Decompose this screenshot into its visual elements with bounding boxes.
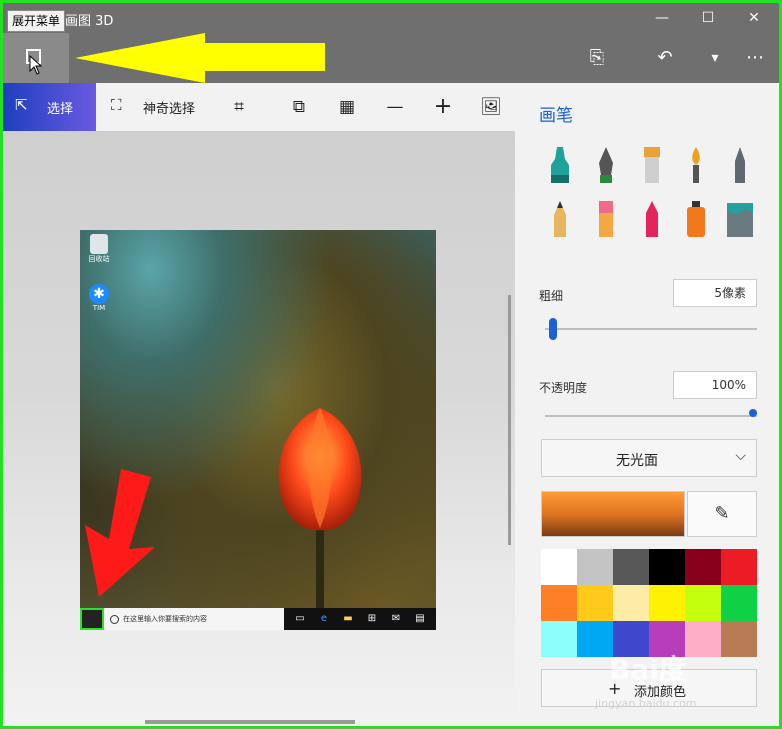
select-tool-button[interactable]: ⇱ 选择 — [3, 83, 96, 131]
store-icon: ⊞ — [367, 613, 377, 624]
3d-view-icon[interactable]: ⧉ — [281, 83, 317, 131]
select-tool-label: 选择 — [47, 102, 74, 117]
tulip-flower — [278, 408, 362, 610]
calligraphy-pen-icon[interactable] — [591, 145, 621, 185]
color-swatch[interactable] — [721, 585, 757, 621]
oil-brush-icon[interactable] — [637, 145, 667, 185]
plus-icon[interactable]: + — [425, 83, 461, 131]
pencil-icon[interactable] — [545, 199, 575, 239]
red-arrow-annotation — [85, 469, 155, 597]
pixel-pen-icon[interactable] — [725, 145, 755, 185]
brush-panel: 画笔 粗细 5像素 不透明度 100% 无光面 ⌵ ✎ + 添加颜色 — [515, 83, 779, 726]
color-swatch[interactable] — [577, 621, 613, 657]
opacity-label: 不透明度 — [539, 381, 588, 395]
expand-menu-button[interactable] — [3, 33, 69, 83]
yellow-arrow-annotation — [75, 33, 325, 83]
minus-icon[interactable]: — — [377, 83, 413, 131]
canvas-grid-icon[interactable]: ▦ — [329, 83, 365, 131]
color-swatch[interactable] — [577, 585, 613, 621]
mouse-cursor-icon — [29, 55, 43, 75]
calculator-icon: ▤ — [415, 613, 425, 624]
color-swatch[interactable] — [685, 621, 721, 657]
app-title: 画图 3D — [65, 14, 114, 29]
paint3d-window: 展开菜单 画图 3D — ☐ ✕ ⎘ ↶ ▾ ⋯ ⇱ 选择 ⛶ 神奇选择 ⌗ ⧉… — [0, 0, 782, 729]
thickness-slider-thumb[interactable] — [549, 318, 557, 340]
opacity-slider[interactable] — [545, 415, 757, 417]
magic-select-label: 神奇选择 — [143, 102, 196, 117]
color-swatch[interactable] — [541, 585, 577, 621]
color-swatch[interactable] — [577, 549, 613, 585]
horizontal-scrollbar[interactable] — [145, 720, 355, 724]
color-swatch[interactable] — [541, 621, 577, 657]
tim-label: TIM — [92, 304, 106, 312]
paste-icon[interactable]: ⎘ — [577, 33, 617, 83]
recycle-bin-icon: 回收站 — [86, 234, 112, 264]
tool-bar: ⇱ 选择 ⛶ 神奇选择 ⌗ ⧉ ▦ — + 🖼 — [3, 83, 515, 131]
mail-icon: ✉ — [391, 613, 401, 624]
canvas-workspace[interactable]: 回收站 ✱ TIM 在这里输入你要搜索的内容 ▭ e ▬ ⊞ ✉ ▤ — [3, 131, 515, 726]
finish-dropdown[interactable]: 无光面 ⌵ — [541, 439, 757, 477]
color-swatch[interactable] — [685, 549, 721, 585]
file-explorer-icon: ▬ — [343, 613, 353, 624]
crop-icon[interactable]: ⌗ — [221, 83, 257, 131]
color-swatch[interactable] — [649, 549, 685, 585]
start-button — [80, 608, 104, 630]
chevron-down-icon: ⌵ — [735, 448, 746, 464]
minimize-button[interactable]: — — [639, 3, 685, 33]
opacity-input[interactable]: 100% — [673, 371, 757, 399]
current-color-swatch[interactable] — [541, 491, 685, 537]
marker-brush-icon[interactable] — [545, 145, 575, 185]
thickness-input[interactable]: 5像素 — [673, 279, 757, 307]
crayon-icon[interactable] — [637, 199, 667, 239]
magic-select-icon: ⛶ — [111, 96, 122, 114]
opacity-slider-thumb[interactable] — [749, 409, 757, 417]
eyedropper-icon[interactable]: ✎ — [687, 491, 757, 537]
color-swatch[interactable] — [685, 585, 721, 621]
color-swatch[interactable] — [613, 585, 649, 621]
task-view-icon: ▭ — [295, 613, 305, 624]
history-dropdown-icon[interactable]: ▾ — [695, 33, 735, 83]
more-options-icon[interactable]: ⋯ — [735, 33, 775, 83]
finish-dropdown-value: 无光面 — [616, 453, 658, 469]
cortana-icon — [110, 614, 119, 624]
close-button[interactable]: ✕ — [731, 3, 777, 33]
color-swatch[interactable] — [721, 621, 757, 657]
panel-title: 画笔 — [539, 106, 573, 126]
command-bar: ⎘ ↶ ▾ ⋯ — [3, 33, 779, 83]
color-swatch[interactable] — [541, 549, 577, 585]
eraser-icon[interactable] — [591, 199, 621, 239]
edge-icon: e — [320, 613, 328, 624]
title-bar: 展开菜单 画图 3D — ☐ ✕ — [3, 3, 779, 33]
taskbar-search-box: 在这里输入你要搜索的内容 — [104, 608, 284, 630]
maximize-button[interactable]: ☐ — [685, 3, 731, 33]
tim-app-icon: ✱ TIM — [86, 284, 112, 312]
baidu-watermark: Bai度 — [609, 653, 687, 686]
recycle-bin-label: 回收站 — [88, 255, 110, 263]
fill-bucket-icon[interactable] — [725, 199, 755, 239]
thickness-slider[interactable] — [545, 328, 757, 330]
watercolor-brush-icon[interactable] — [681, 145, 711, 185]
cursor-select-icon: ⇱ — [15, 96, 28, 114]
color-swatch[interactable] — [721, 549, 757, 585]
thickness-label: 粗细 — [539, 289, 564, 303]
baidu-watermark-url: jingyan.baidu.com — [595, 697, 697, 710]
taskbar: 在这里输入你要搜索的内容 ▭ e ▬ ⊞ ✉ ▤ — [80, 608, 436, 630]
spray-can-icon[interactable] — [681, 199, 711, 239]
expand-menu-tooltip: 展开菜单 — [7, 10, 66, 32]
color-swatch[interactable] — [613, 549, 649, 585]
undo-icon[interactable]: ↶ — [645, 33, 685, 83]
vertical-scrollbar[interactable] — [508, 295, 511, 545]
image-icon[interactable]: 🖼 — [473, 83, 509, 131]
taskbar-search-placeholder: 在这里输入你要搜索的内容 — [123, 615, 207, 623]
color-swatch[interactable] — [649, 585, 685, 621]
